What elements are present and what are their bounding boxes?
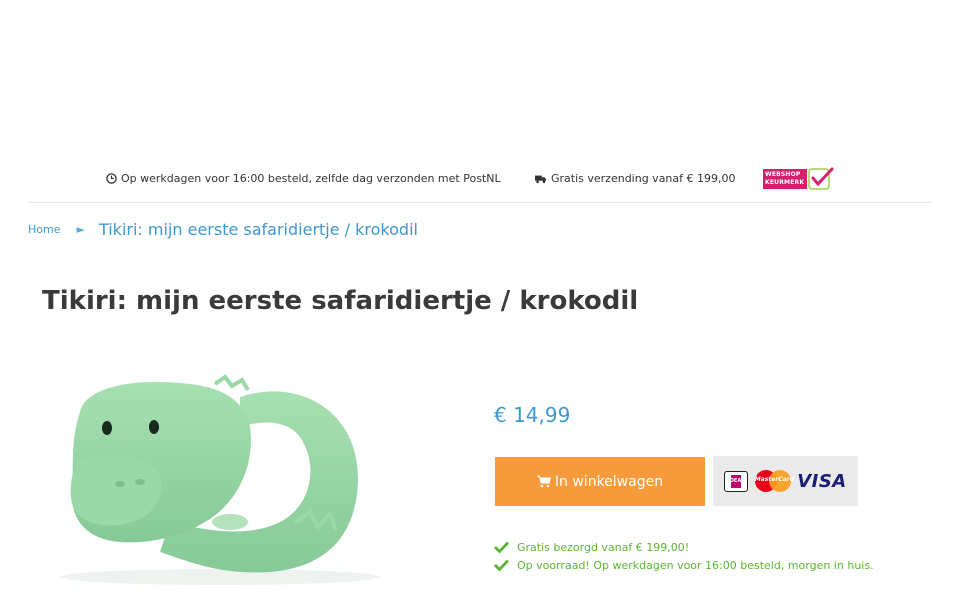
usp-free-shipping-text: Gratis verzending vanaf € 199,00	[551, 172, 736, 185]
ideal-logo: iDEAL	[724, 470, 749, 492]
breadcrumb-current: Tikiri: mijn eerste safaridiertje / krok…	[98, 220, 418, 239]
keurmerk-line1: WEBSHOP	[765, 171, 801, 178]
product-image[interactable]	[40, 372, 395, 587]
ideal-label: iDEAL	[728, 474, 744, 488]
check-icon	[494, 541, 509, 553]
add-to-cart-button[interactable]: In winkelwagen	[495, 457, 705, 506]
usp-bar: Op werkdagen voor 16:00 besteld, zelfde …	[28, 166, 932, 203]
usp-free-shipping: Gratis verzending vanaf € 199,00	[535, 172, 736, 185]
breadcrumb: Home ► Tikiri: mijn eerste safaridiertje…	[28, 220, 418, 239]
usp-free-delivery-text: Gratis bezorgd vanaf € 199,00!	[517, 540, 690, 554]
breadcrumb-home-link[interactable]: Home	[28, 223, 60, 236]
usp-free-delivery: Gratis bezorgd vanaf € 199,00!	[494, 538, 874, 556]
checkmark-icon	[808, 167, 834, 190]
usp-shipping-time-text: Op werkdagen voor 16:00 besteld, zelfde …	[121, 172, 501, 185]
webshop-keurmerk-logo[interactable]: WEBSHOP KEURMERK	[763, 167, 836, 191]
product-title: Tikiri: mijn eerste safaridiertje / krok…	[42, 286, 639, 316]
keurmerk-badge: WEBSHOP KEURMERK	[763, 169, 807, 189]
usp-in-stock: Op voorraad! Op werkdagen voor 16:00 bes…	[494, 556, 874, 574]
keurmerk-line2: KEURMERK	[765, 179, 805, 186]
check-icon	[494, 559, 509, 571]
usp-in-stock-text: Op voorraad! Op werkdagen voor 16:00 bes…	[517, 558, 874, 572]
truck-icon	[535, 175, 547, 183]
product-usp-list: Gratis bezorgd vanaf € 199,00! Op voorra…	[494, 538, 874, 574]
breadcrumb-separator-icon: ►	[76, 223, 85, 236]
crocodile-toy-image	[60, 374, 380, 585]
usp-shipping-time: Op werkdagen voor 16:00 besteld, zelfde …	[106, 172, 501, 185]
product-price: € 14,99	[494, 403, 571, 427]
cart-icon	[536, 475, 551, 488]
clock-icon	[106, 173, 117, 184]
visa-logo: VISA	[797, 470, 847, 492]
mastercard-logo: MasterCard	[754, 470, 794, 492]
add-to-cart-label: In winkelwagen	[554, 473, 664, 490]
payment-methods: iDEAL MasterCard VISA	[713, 456, 858, 506]
mastercard-label: MasterCard	[754, 476, 794, 483]
